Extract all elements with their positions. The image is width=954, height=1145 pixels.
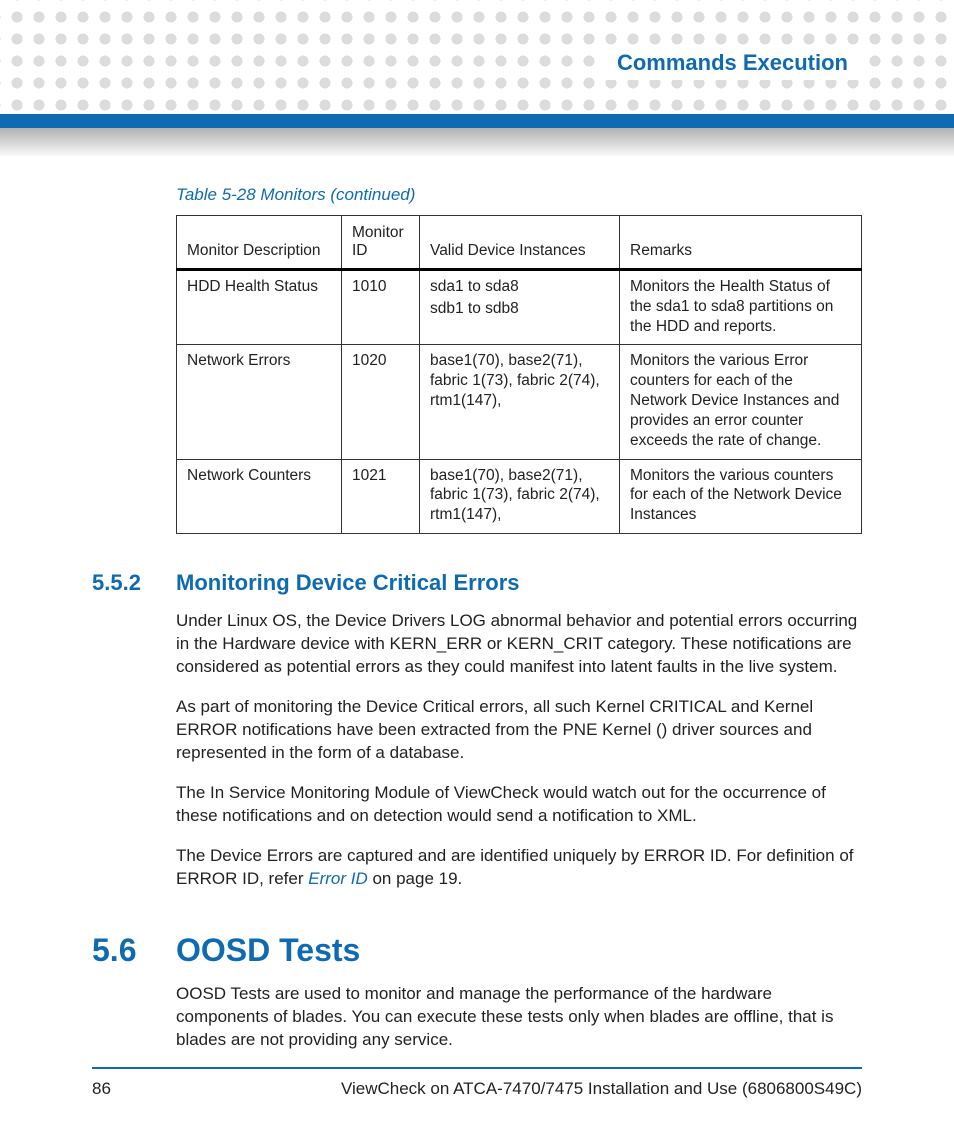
cell-id: 1021 bbox=[342, 459, 420, 533]
table-header-row: Monitor Description Monitor ID Valid Dev… bbox=[177, 216, 862, 270]
section-heading-5-6: 5.6 OOSD Tests bbox=[92, 932, 862, 969]
page-footer: 86 ViewCheck on ATCA-7470/7475 Installat… bbox=[92, 1067, 862, 1099]
cell-remarks: Monitors the various counters for each o… bbox=[620, 459, 862, 533]
table-caption: Table 5-28 Monitors (continued) bbox=[176, 185, 862, 205]
instance-line: sda1 to sda8 bbox=[430, 278, 519, 295]
th-description: Monitor Description bbox=[177, 216, 342, 270]
section-title: OOSD Tests bbox=[176, 932, 360, 969]
body-paragraph: The Device Errors are captured and are i… bbox=[176, 845, 862, 891]
body-paragraph: Under Linux OS, the Device Drivers LOG a… bbox=[176, 610, 862, 679]
cell-id: 1010 bbox=[342, 270, 420, 345]
table-row: HDD Health Status 1010 sda1 to sda8 sdb1… bbox=[177, 270, 862, 345]
th-monitor-id: Monitor ID bbox=[342, 216, 420, 270]
cross-reference-link[interactable]: Error ID bbox=[308, 869, 368, 888]
th-remarks: Remarks bbox=[620, 216, 862, 270]
cell-remarks: Monitors the Health Status of the sda1 t… bbox=[620, 270, 862, 345]
body-paragraph: The In Service Monitoring Module of View… bbox=[176, 782, 862, 828]
section-title: Monitoring Device Critical Errors bbox=[176, 570, 520, 596]
section-heading-5-5-2: 5.5.2 Monitoring Device Critical Errors bbox=[92, 570, 862, 596]
instance-line: sdb1 to sdb8 bbox=[430, 299, 609, 319]
section-number: 5.5.2 bbox=[92, 570, 176, 596]
cell-id: 1020 bbox=[342, 345, 420, 459]
cell-instances: base1(70), base2(71), fabric 1(73), fabr… bbox=[420, 345, 620, 459]
cell-description: HDD Health Status bbox=[177, 270, 342, 345]
body-text: The Device Errors are captured and are i… bbox=[176, 846, 854, 888]
th-instances: Valid Device Instances bbox=[420, 216, 620, 270]
cell-remarks: Monitors the various Error counters for … bbox=[620, 345, 862, 459]
table-row: Network Errors 1020 base1(70), base2(71)… bbox=[177, 345, 862, 459]
body-paragraph: OOSD Tests are used to monitor and manag… bbox=[176, 983, 862, 1052]
table-row: Network Counters 1021 base1(70), base2(7… bbox=[177, 459, 862, 533]
section-number: 5.6 bbox=[92, 932, 176, 969]
chapter-title: Commands Execution bbox=[603, 46, 862, 80]
cell-description: Network Counters bbox=[177, 459, 342, 533]
page-content: Table 5-28 Monitors (continued) Monitor … bbox=[0, 185, 954, 1069]
header-blue-bar bbox=[0, 114, 954, 128]
cell-description: Network Errors bbox=[177, 345, 342, 459]
document-title: ViewCheck on ATCA-7470/7475 Installation… bbox=[341, 1079, 862, 1099]
cell-instances: sda1 to sda8 sdb1 to sdb8 bbox=[420, 270, 620, 345]
page-number: 86 bbox=[92, 1079, 111, 1099]
cell-instances: base1(70), base2(71), fabric 1(73), fabr… bbox=[420, 459, 620, 533]
monitors-table: Monitor Description Monitor ID Valid Dev… bbox=[176, 215, 862, 534]
header-gradient bbox=[0, 128, 954, 156]
body-text: on page 19. bbox=[368, 869, 463, 888]
body-paragraph: As part of monitoring the Device Critica… bbox=[176, 696, 862, 765]
